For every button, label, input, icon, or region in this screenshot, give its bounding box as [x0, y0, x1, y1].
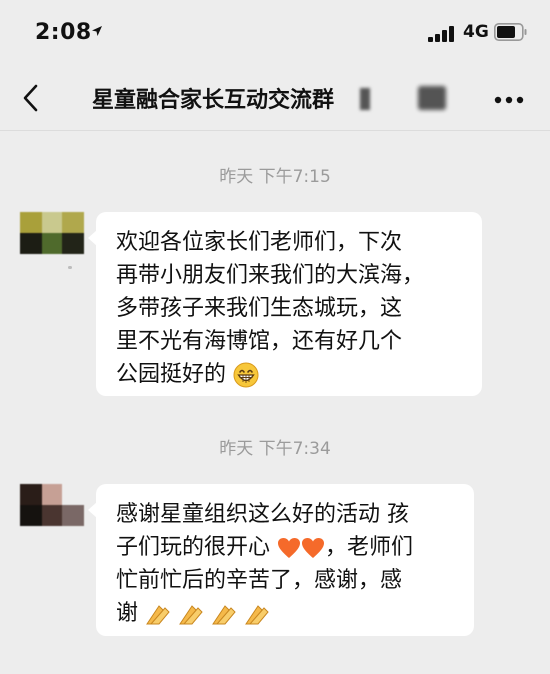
message-line: 谢: [116, 601, 139, 626]
message-line: 再带小朋友们来我们的大滨海，: [116, 263, 425, 288]
message-line: 感谢星童组织这么好的活动 孩: [116, 502, 409, 527]
message-line: 多带孩子来我们生态城玩，这: [116, 296, 403, 321]
battery-icon: [494, 23, 527, 41]
redacted-icon: [418, 86, 446, 110]
status-bar: 2:08 4G: [0, 0, 550, 66]
folded-hands-icon: [245, 605, 269, 625]
message-line: 欢迎各位家长们老师们，下次: [116, 230, 403, 255]
chevron-left-icon[interactable]: [20, 82, 42, 114]
chat-header: 星童融合家长互动交流群: [0, 66, 550, 131]
message-line: ，老师们: [325, 535, 414, 560]
folded-hands-icon: [146, 605, 170, 625]
grinning-face-icon: [233, 362, 259, 388]
avatar[interactable]: [20, 484, 84, 526]
message-bubble[interactable]: 欢迎各位家长们老师们，下次 再带小朋友们来我们的大滨海， 多带孩子来我们生态城玩…: [88, 212, 482, 396]
message-timestamp: 昨天 下午7:15: [219, 167, 331, 187]
orange-heart-icon: [302, 538, 325, 558]
message-bubble[interactable]: 感谢星童组织这么好的活动 孩 子们玩的很开心 ，老师们 忙前忙后的辛苦了，感谢，…: [88, 484, 474, 636]
location-arrow-icon: [92, 26, 102, 36]
message-timestamp: 昨天 下午7:34: [219, 439, 331, 459]
orange-heart-icon: [278, 538, 301, 558]
message-line: 公园挺好的: [116, 362, 227, 387]
cellular-signal-icon: [428, 26, 454, 42]
folded-hands-icon: [179, 605, 203, 625]
message-line: 子们玩的很开心: [116, 535, 271, 560]
message-line: 忙前忙后的辛苦了，感谢，感: [116, 568, 403, 593]
status-time: 2:08: [35, 20, 92, 45]
chat-title: 星童融合家长互动交流群: [92, 88, 335, 113]
message-line: 里不光有海博馆，还有好几个: [116, 329, 403, 354]
nickname-redacted: [68, 266, 72, 269]
avatar[interactable]: [20, 212, 84, 254]
network-type: 4G: [463, 22, 489, 42]
folded-hands-icon: [212, 605, 236, 625]
redacted-count: [360, 88, 370, 110]
more-dots-icon[interactable]: [494, 96, 524, 104]
